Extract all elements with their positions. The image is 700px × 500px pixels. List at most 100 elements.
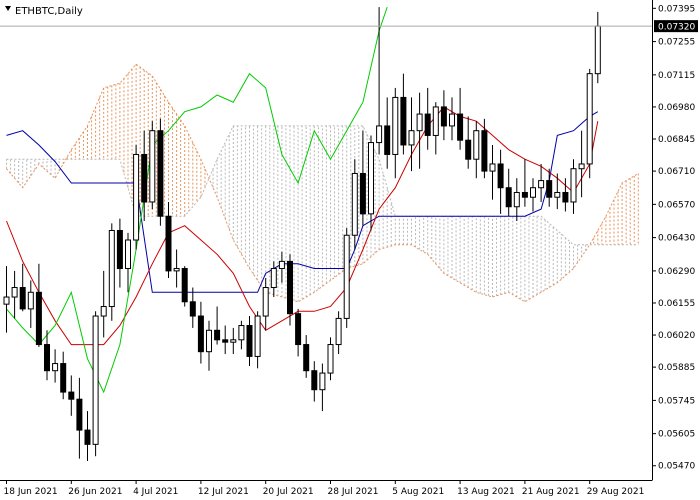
bull-candle-body <box>586 73 593 165</box>
bear-candle-body <box>562 191 569 203</box>
x-tick-label: 26 Jun 2021 <box>68 487 122 497</box>
bull-candle-body <box>262 287 269 317</box>
bull-candle-body <box>416 113 423 132</box>
bear-candle-body <box>189 301 196 317</box>
y-tick-label: 0.06020 <box>658 331 695 341</box>
bull-candle-body <box>554 191 561 198</box>
chart-background <box>0 0 700 500</box>
bull-candle-body <box>173 268 180 272</box>
y-tick-label: 0.06710 <box>658 167 695 177</box>
candle[interactable] <box>92 311 99 457</box>
x-tick-label: 21 Aug 2021 <box>522 487 580 497</box>
y-tick-label: 0.06980 <box>658 103 695 113</box>
candle[interactable] <box>108 223 115 321</box>
y-tick-label: 0.07255 <box>658 38 695 48</box>
y-tick-label: 0.05885 <box>658 363 695 373</box>
y-tick-label: 0.05745 <box>658 396 695 406</box>
bull-candle-body <box>52 363 59 372</box>
bull-candle-body <box>3 296 10 305</box>
bull-candle-body <box>343 234 350 319</box>
symbol-title: ETHBTC,Daily <box>15 6 83 17</box>
bull-candle-body <box>125 239 131 270</box>
x-tick-label: 18 Jun 2021 <box>4 487 58 497</box>
bear-candle-body <box>76 398 83 431</box>
bear-candle-body <box>214 329 221 341</box>
candle[interactable] <box>133 144 140 250</box>
ichimoku-chart[interactable]: 0.07395 0.07255 0.07115 0.06980 0.06845 0.067… <box>0 0 700 500</box>
bear-candle-body <box>222 339 229 343</box>
x-tick-label: 5 Aug 2021 <box>392 487 444 497</box>
y-tick-label: 0.06845 <box>658 135 695 145</box>
bear-candle-body <box>181 268 188 303</box>
bear-candle-body <box>35 291 42 346</box>
bear-candle-body <box>19 287 26 310</box>
candle[interactable] <box>343 228 350 328</box>
bull-candle-body <box>278 260 285 270</box>
bull-candle-body <box>254 315 261 357</box>
bull-candle-body <box>11 287 18 298</box>
bear-candle-body <box>197 315 204 353</box>
y-tick-label: 0.06570 <box>658 200 695 210</box>
bear-candle-body <box>457 113 464 141</box>
bull-candle-body <box>432 106 439 136</box>
candle[interactable] <box>157 118 164 226</box>
bear-candle-body <box>384 125 391 155</box>
bear-candle-body <box>311 370 318 391</box>
bear-candle-body <box>521 191 528 198</box>
x-tick-label: 4 Jul 2021 <box>133 487 178 497</box>
y-tick-label: 0.07115 <box>658 71 695 81</box>
bull-candle-body <box>108 229 115 308</box>
bull-candle-body <box>594 25 601 75</box>
bull-candle-body <box>206 329 212 353</box>
bull-candle-body <box>473 130 480 160</box>
bull-candle-body <box>538 180 545 189</box>
bear-candle-body <box>303 344 310 372</box>
bear-candle-body <box>440 106 447 127</box>
bull-candle-body <box>578 163 585 170</box>
bull-candle-body <box>513 191 520 208</box>
bull-candle-body <box>100 306 107 317</box>
candle[interactable] <box>586 68 593 179</box>
bull-candle-body <box>392 96 399 155</box>
bull-candle-body <box>27 291 34 310</box>
candle[interactable] <box>181 266 188 307</box>
bull-candle-body <box>351 172 358 236</box>
bull-candle-body <box>327 344 334 374</box>
bear-candle-body <box>546 180 553 198</box>
bear-candle-body <box>481 130 488 172</box>
bear-candle-body <box>116 229 123 270</box>
bull-candle-body <box>319 372 326 391</box>
bear-candle-body <box>287 260 293 315</box>
bull-candle-body <box>335 317 342 346</box>
bull-candle-body <box>149 130 156 203</box>
x-tick-label: 12 Jul 2021 <box>198 487 249 497</box>
chart-title[interactable]: ETHBTC,Daily <box>5 6 83 17</box>
bull-candle-body <box>376 125 383 144</box>
bull-candle-body <box>92 315 99 445</box>
bull-candle-body <box>238 325 245 341</box>
bear-candle-body <box>60 363 67 393</box>
bull-candle-body <box>270 268 277 289</box>
y-tick-label: 0.05470 <box>658 462 695 472</box>
bull-candle-body <box>489 163 496 172</box>
x-tick-label: 29 Aug 2021 <box>587 487 645 497</box>
bull-candle-body <box>368 142 374 215</box>
bear-candle-body <box>359 172 366 215</box>
bear-candle-body <box>400 96 407 146</box>
y-tick-label: 0.06155 <box>658 299 695 309</box>
candle[interactable] <box>149 121 156 210</box>
y-tick-label: 0.07395 <box>658 4 695 14</box>
bear-candle-body <box>246 325 253 357</box>
x-tick-label: 28 Jul 2021 <box>328 487 379 497</box>
bear-candle-body <box>465 139 472 160</box>
bear-candle-body <box>497 163 504 189</box>
bear-candle-body <box>141 153 148 203</box>
bull-candle-body <box>230 339 237 343</box>
bear-candle-body <box>424 113 431 136</box>
bear-candle-body <box>157 130 164 217</box>
bull-candle-body <box>449 113 455 127</box>
y-tick-label: 0.05605 <box>658 430 695 440</box>
x-tick-label: 13 Aug 2021 <box>457 487 515 497</box>
bull-candle-body <box>133 153 140 241</box>
current-price-label: 0.07320 <box>658 23 695 33</box>
